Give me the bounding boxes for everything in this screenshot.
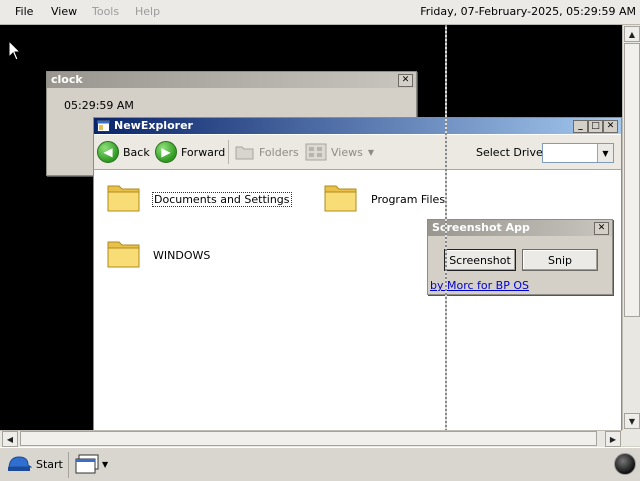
menu-help[interactable]: Help: [135, 5, 160, 18]
back-label: Back: [123, 145, 150, 159]
views-button[interactable]: Views ▼: [305, 143, 374, 161]
scroll-right-icon[interactable]: ▶: [605, 431, 621, 447]
menu-tools[interactable]: Tools: [92, 5, 119, 18]
back-arrow-icon: ◀: [97, 141, 119, 163]
taskbar: Start ▼: [0, 447, 640, 481]
start-label: Start: [36, 457, 63, 471]
window-switcher-button[interactable]: ▼: [74, 453, 108, 475]
windows-stack-icon: [75, 454, 99, 474]
minimize-icon[interactable]: _: [573, 120, 588, 133]
scroll-left-icon[interactable]: ◀: [2, 431, 18, 447]
toolbar-separator: [228, 140, 229, 164]
views-icon: [305, 143, 327, 161]
select-drive-label: Select Drive:: [476, 146, 547, 159]
folders-icon: [235, 146, 254, 160]
forward-button[interactable]: ▶ Forward: [155, 141, 225, 163]
mouse-cursor-icon: [8, 40, 22, 61]
snip-guide-line: [445, 25, 447, 430]
screenshot-app-window[interactable]: Screenshot App ✕ Screenshot Snip by Morc…: [427, 219, 613, 295]
clock-time: 05:29:59 AM: [64, 99, 134, 112]
folder-icon: [107, 241, 140, 268]
screenshot-button[interactable]: Screenshot: [444, 249, 516, 271]
menubar-datetime: Friday, 07-February-2025, 05:29:59 AM: [420, 5, 636, 18]
taskbar-separator: [68, 452, 69, 478]
start-button[interactable]: Start: [6, 454, 63, 474]
folders-label: Folders: [259, 145, 299, 159]
clock-title: clock: [51, 73, 83, 86]
app-window-icon: [97, 120, 110, 132]
chevron-down-icon: ▼: [367, 147, 374, 157]
menu-view[interactable]: View: [51, 5, 77, 18]
start-cap-icon: [8, 456, 32, 471]
forward-label: Forward: [181, 145, 226, 159]
folder-label: WINDOWS: [153, 249, 211, 262]
explorer-title: NewExplorer: [114, 119, 193, 132]
vertical-scroll-thumb[interactable]: [624, 43, 640, 317]
file-list: Documents and Settings Program Files WIN…: [94, 170, 621, 433]
scroll-down-icon[interactable]: ▼: [624, 413, 640, 429]
back-button[interactable]: ◀ Back: [97, 141, 150, 163]
chevron-down-icon[interactable]: ▼: [102, 460, 108, 469]
snip-button[interactable]: Snip: [522, 249, 598, 271]
folder-label: Documents and Settings: [152, 192, 292, 207]
forward-arrow-icon: ▶: [155, 141, 177, 163]
folder-label: Program Files: [371, 193, 446, 206]
screenshot-app-titlebar[interactable]: Screenshot App: [428, 220, 612, 236]
select-drive-dropdown[interactable]: ▼: [542, 143, 614, 163]
scrollbar-corner: [622, 430, 640, 446]
top-menubar: File View Tools Help Friday, 07-February…: [0, 0, 640, 25]
horizontal-scrollbar[interactable]: ◀ ▶: [0, 430, 622, 447]
close-icon[interactable]: ✕: [398, 74, 413, 87]
chevron-down-icon[interactable]: ▼: [597, 144, 613, 162]
close-icon[interactable]: ✕: [603, 120, 618, 133]
folder-icon: [107, 185, 140, 212]
views-label: Views: [331, 145, 363, 159]
vertical-scrollbar[interactable]: ▲ ▼: [622, 25, 640, 430]
maximize-icon[interactable]: □: [588, 120, 603, 133]
folder-icon: [324, 185, 357, 212]
clock-titlebar[interactable]: clock: [47, 72, 416, 88]
power-icon[interactable]: [614, 453, 636, 475]
menu-file[interactable]: File: [15, 5, 33, 18]
scroll-up-icon[interactable]: ▲: [624, 26, 640, 42]
close-icon[interactable]: ✕: [594, 222, 609, 235]
horizontal-scroll-thumb[interactable]: [20, 431, 597, 446]
explorer-toolbar: ◀ Back ▶ Forward Folders Views ▼ Select …: [94, 135, 621, 170]
explorer-titlebar[interactable]: NewExplorer: [94, 118, 621, 134]
folders-button[interactable]: Folders: [235, 143, 299, 161]
